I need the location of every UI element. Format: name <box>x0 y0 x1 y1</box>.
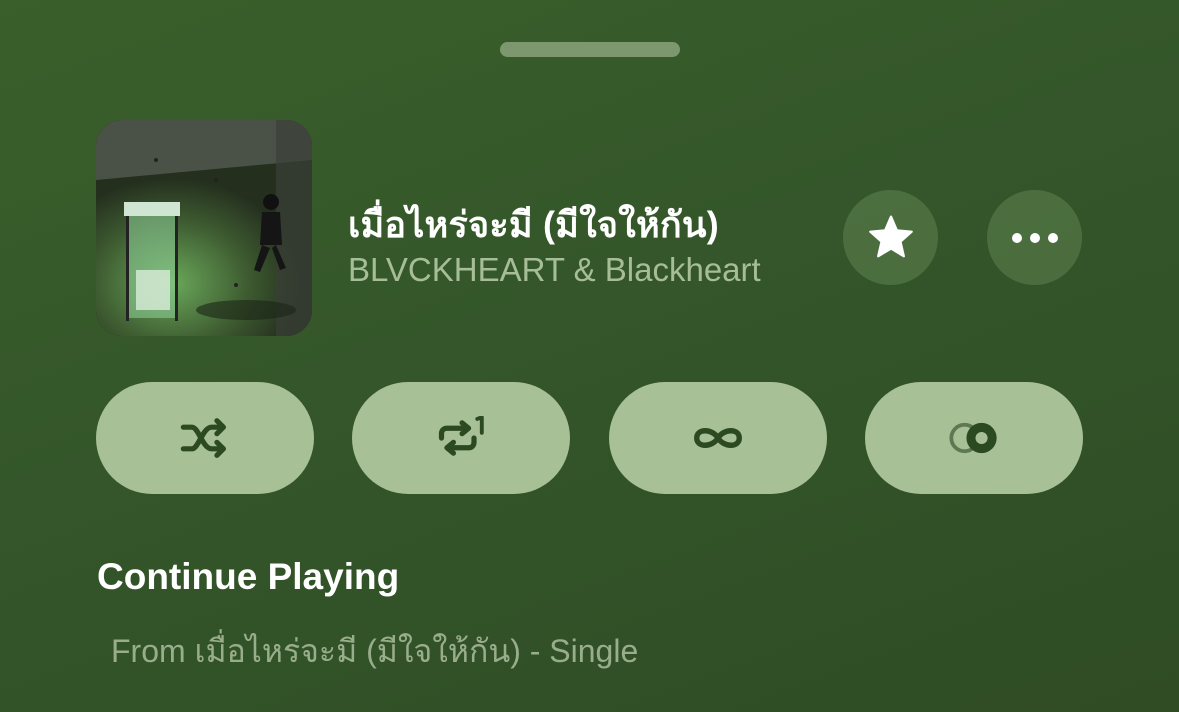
favorite-button[interactable] <box>843 190 938 285</box>
album-artwork-image <box>96 120 312 336</box>
infinity-icon <box>694 428 742 448</box>
track-title: เมื่อไหร่จะมี (มีใจให้กัน) <box>348 204 719 245</box>
shuffle-button[interactable] <box>96 382 314 494</box>
more-icon <box>1011 232 1058 243</box>
repeat-one-icon <box>438 416 484 456</box>
crossfade-button[interactable] <box>865 382 1083 494</box>
queue-source-label: From เมื่อไหร่จะมี (มีใจให้กัน) - Single <box>111 633 639 669</box>
track-artist[interactable]: BLVCKHEART & Blackheart <box>348 251 761 289</box>
repeat-one-button[interactable] <box>352 382 570 494</box>
star-icon <box>868 215 913 257</box>
sheet-grabber-handle[interactable] <box>500 42 680 57</box>
crossfade-icon <box>949 422 997 454</box>
continue-playing-heading: Continue Playing <box>97 556 400 597</box>
album-artwork[interactable] <box>96 120 312 336</box>
autoplay-button[interactable] <box>609 382 827 494</box>
more-options-button[interactable] <box>987 190 1082 285</box>
shuffle-icon <box>180 418 227 458</box>
